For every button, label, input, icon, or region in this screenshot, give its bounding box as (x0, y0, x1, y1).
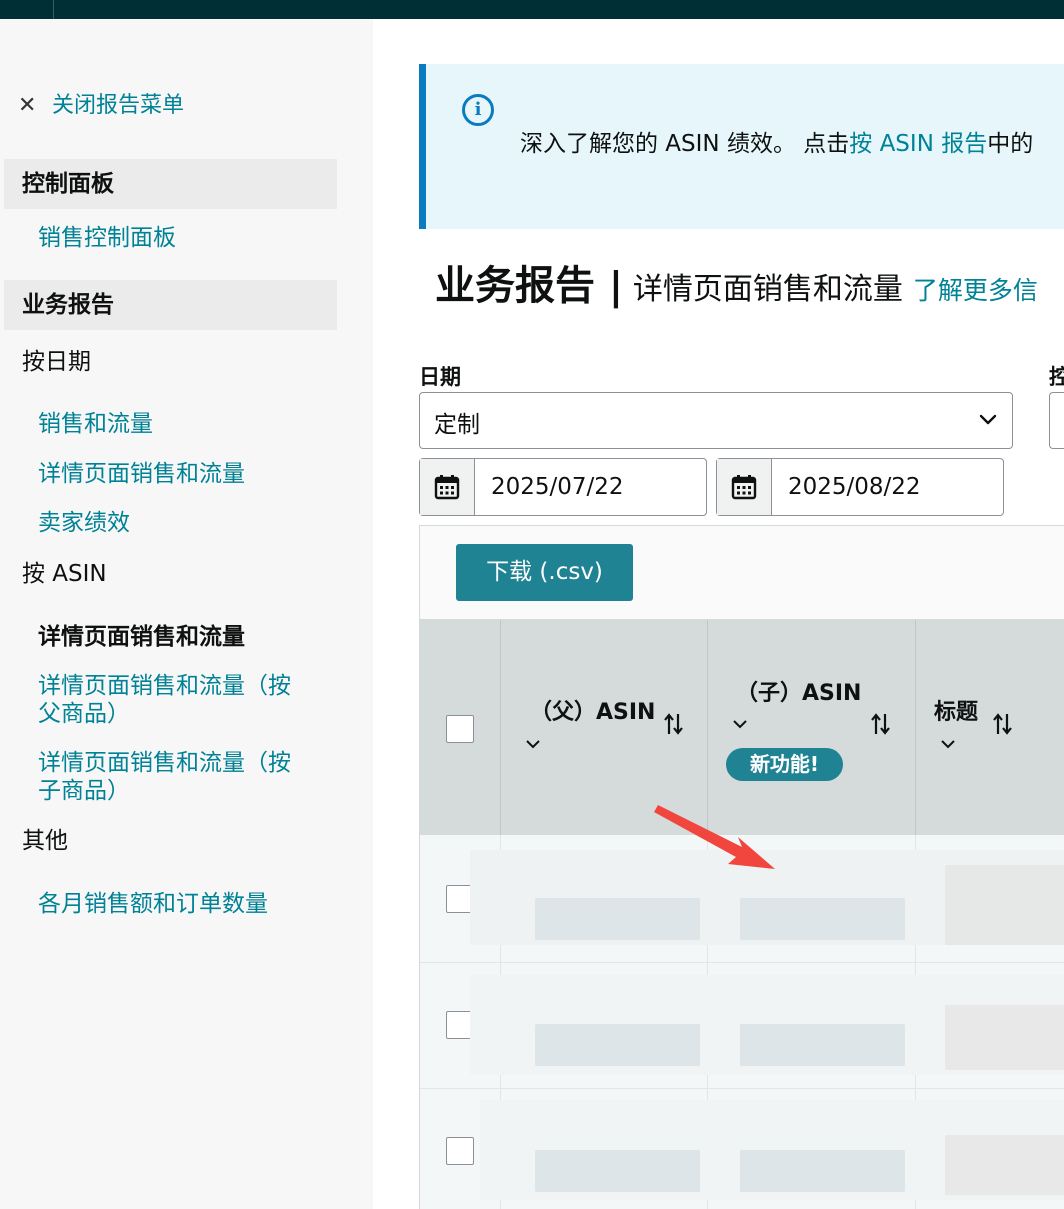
sidebar-item-monthly-sales-orders[interactable]: 各月销售额和订单数量 (38, 890, 268, 918)
row-checkbox[interactable] (446, 1137, 474, 1165)
info-icon: i (462, 94, 494, 126)
start-date-value: 2025/07/22 (491, 474, 624, 500)
chevron-down-icon[interactable] (939, 737, 957, 751)
learn-more-link[interactable]: 了解更多信 (913, 271, 1038, 307)
blurred-cell (945, 1135, 1064, 1195)
blurred-cell (535, 1024, 700, 1066)
group-by-asin: 按 ASIN (22, 561, 107, 587)
sidebar-item-label-line: 父商品） (38, 701, 130, 727)
end-date-value: 2025/08/22 (788, 474, 921, 500)
calendar-icon[interactable] (420, 459, 475, 515)
info-alert: i 深入了解您的 ASIN 绩效。 点击按 ASIN 报告中的 (419, 64, 1064, 229)
section-header-business-reports: 业务报告 (4, 280, 337, 330)
blurred-cell (535, 1150, 700, 1192)
secondary-filter-label: 控 (1049, 365, 1064, 389)
date-range-value: 定制 (434, 412, 480, 438)
blurred-cell (945, 865, 1064, 945)
sidebar-item-detail-page-by-child[interactable]: 详情页面销售和流量（按 子商品） (38, 749, 291, 805)
start-date-input[interactable]: 2025/07/22 (419, 458, 707, 516)
main-content: i 深入了解您的 ASIN 绩效。 点击按 ASIN 报告中的 业务报告 | 详… (373, 19, 1064, 1209)
close-icon: ✕ (18, 93, 37, 118)
row-divider (420, 1088, 1064, 1089)
page-title-sub: 详情页面销售和流量 (632, 272, 903, 307)
info-text-prefix: 深入了解您的 ASIN 绩效。 点击 (520, 131, 850, 157)
calendar-icon[interactable] (717, 459, 772, 515)
report-sidebar: ✕ 关闭报告菜单 控制面板 销售控制面板 业务报告 按日期 销售和流量 详情页面… (0, 19, 373, 1209)
group-by-date: 按日期 (22, 349, 91, 375)
sidebar-item-label-line: 详情页面销售和流量（按 (38, 673, 291, 699)
column-header-child-asin[interactable]: （子）ASIN (736, 675, 861, 707)
blurred-cell (535, 898, 700, 940)
chevron-down-icon[interactable] (731, 717, 749, 731)
page-title-main: 业务报告 (435, 263, 595, 309)
column-divider (500, 620, 501, 835)
info-alert-text: 深入了解您的 ASIN 绩效。 点击按 ASIN 报告中的 (520, 128, 1033, 160)
date-range-select[interactable]: 定制 (419, 392, 1013, 449)
blurred-cell (740, 1024, 905, 1066)
select-all-checkbox[interactable] (446, 715, 474, 743)
top-navigation-bar (0, 0, 1064, 19)
sort-icon[interactable] (869, 710, 893, 738)
download-csv-button[interactable]: 下载 (.csv) (456, 544, 633, 601)
sidebar-item-seller-performance[interactable]: 卖家绩效 (38, 509, 130, 537)
sidebar-item-label-line: 子商品） (38, 778, 130, 804)
sort-icon[interactable] (662, 710, 686, 738)
table-body (420, 835, 1064, 1209)
red-annotation-arrow-icon (654, 805, 775, 869)
topbar-divider (53, 0, 54, 19)
group-other: 其他 (22, 828, 68, 854)
chevron-down-icon[interactable] (524, 737, 542, 751)
by-asin-report-link[interactable]: 按 ASIN 报告 (849, 131, 987, 157)
column-divider (915, 620, 916, 835)
blurred-cell (945, 1005, 1064, 1070)
info-text-suffix: 中的 (987, 131, 1034, 157)
row-divider (420, 962, 1064, 963)
sidebar-item-detail-page-sales-traffic-by-date[interactable]: 详情页面销售和流量 (38, 460, 245, 488)
close-report-menu-label: 关闭报告菜单 (52, 93, 185, 118)
date-filter-label: 日期 (419, 365, 461, 389)
blurred-cell (740, 898, 905, 940)
sidebar-item-detail-page-by-parent[interactable]: 详情页面销售和流量（按 父商品） (38, 672, 291, 728)
sidebar-item-label-line: 详情页面销售和流量（按 (38, 750, 291, 776)
sort-icon[interactable] (991, 710, 1015, 738)
chevron-down-icon (979, 414, 997, 425)
sidebar-item-sales-traffic[interactable]: 销售和流量 (38, 410, 153, 438)
column-header-parent-asin[interactable]: （父）ASIN (530, 694, 655, 726)
secondary-filter-select[interactable] (1049, 392, 1064, 449)
close-report-menu-button[interactable]: ✕ 关闭报告菜单 (18, 93, 184, 119)
section-header-dashboard: 控制面板 (4, 159, 337, 209)
sidebar-item-sales-dashboard[interactable]: 销售控制面板 (38, 224, 176, 252)
column-header-title[interactable]: 标题 (934, 694, 978, 726)
page-title: 业务报告 | 详情页面销售和流量 了解更多信 (435, 253, 1038, 311)
sidebar-item-detail-page-sales-traffic-active[interactable]: 详情页面销售和流量 (38, 623, 245, 651)
table-toolbar: 下载 (.csv) (420, 526, 1064, 620)
page-title-separator: | (609, 264, 623, 308)
end-date-input[interactable]: 2025/08/22 (716, 458, 1004, 516)
blurred-cell (740, 1150, 905, 1192)
new-feature-badge: 新功能! (726, 748, 843, 781)
